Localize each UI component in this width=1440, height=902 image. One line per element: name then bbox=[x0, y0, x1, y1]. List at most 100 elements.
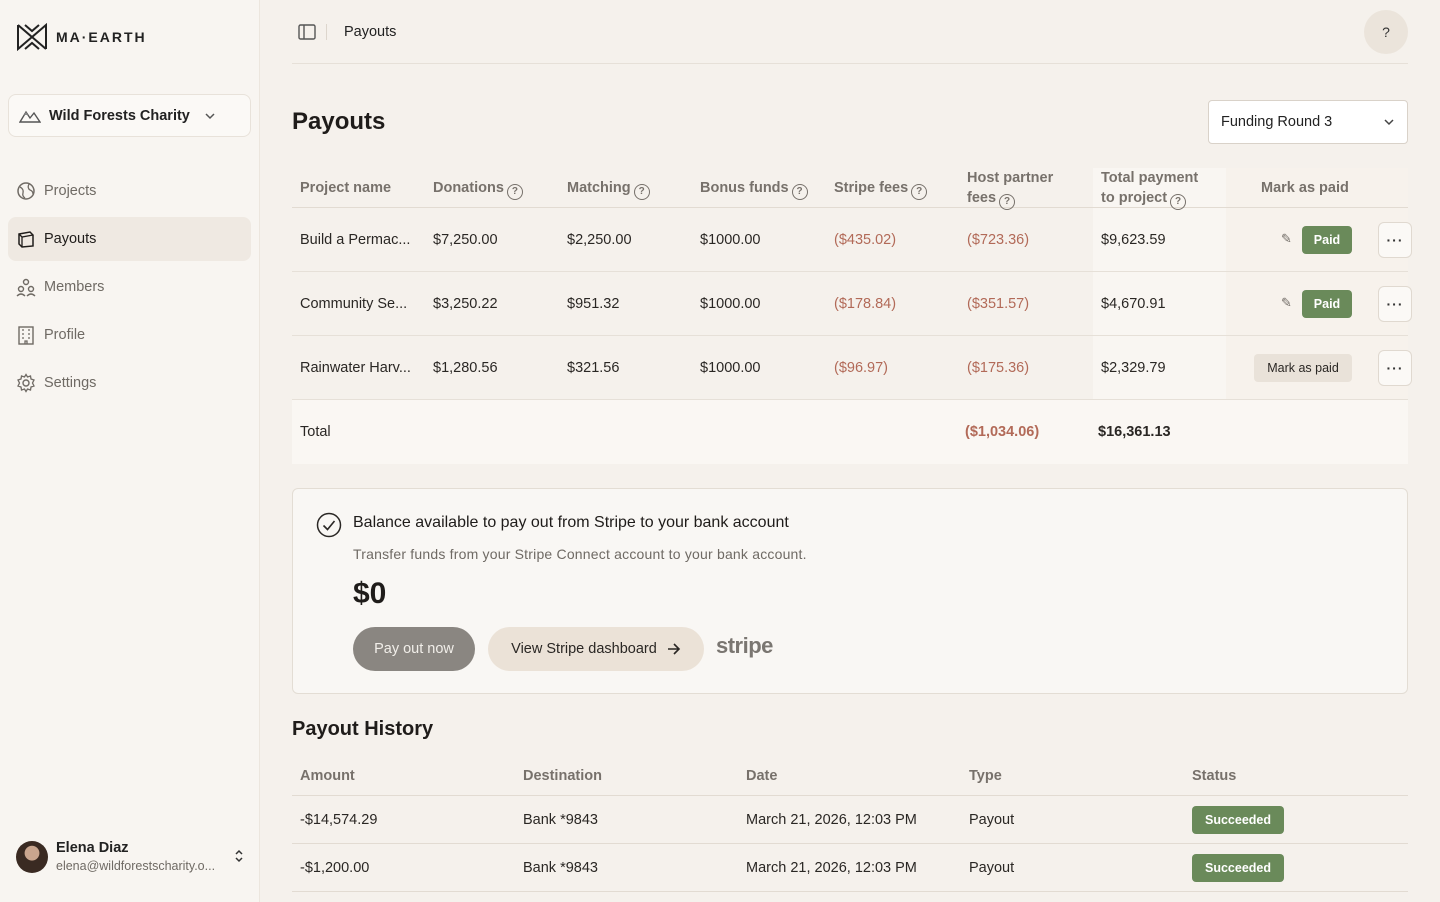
row-actions-button[interactable]: ··· bbox=[1378, 286, 1412, 322]
help-button[interactable]: ? bbox=[1364, 10, 1408, 54]
header-mark: Mark as paid bbox=[1261, 180, 1349, 196]
total-payment-cell: $2,329.79 bbox=[1101, 360, 1166, 376]
host-fee-cell: ($351.57) bbox=[967, 296, 1030, 312]
help-circle-icon[interactable]: ? bbox=[506, 184, 523, 200]
logo-icon bbox=[17, 23, 47, 51]
table-header: Amount Destination Date Type Status bbox=[292, 756, 1408, 796]
date-cell: March 21, 2026, 12:03 PM bbox=[746, 812, 917, 828]
brand-name: MA·EARTH bbox=[56, 29, 147, 45]
pencil-icon[interactable]: ✎ bbox=[1281, 295, 1292, 311]
table-row: Rainwater Harv... $1,280.56 $321.56 $100… bbox=[292, 336, 1412, 400]
check-circle-icon bbox=[316, 512, 342, 538]
type-cell: Payout bbox=[969, 812, 1015, 828]
funding-round-value: Funding Round 3 bbox=[1221, 114, 1333, 130]
sidebar-item-label: Projects bbox=[44, 183, 97, 199]
sidebar-item-profile[interactable]: Profile bbox=[8, 313, 251, 357]
payouts-icon bbox=[16, 229, 36, 249]
sidebar-item-settings[interactable]: Settings bbox=[8, 361, 251, 405]
header-amount: Amount bbox=[300, 768, 355, 784]
chevron-updown-icon[interactable] bbox=[234, 848, 244, 864]
bonus-cell: $1000.00 bbox=[700, 232, 761, 248]
header-total-label-2: to project bbox=[1101, 190, 1168, 206]
table-row: Build a Permac... $7,250.00 $2,250.00 $1… bbox=[292, 208, 1412, 272]
table-row: Community Se... $3,250.22 $951.32 $1000.… bbox=[292, 272, 1412, 336]
funding-round-select[interactable]: Funding Round 3 bbox=[1208, 100, 1408, 144]
stripe-logo: stripe bbox=[716, 633, 773, 658]
stripe-fee-cell: ($96.97) bbox=[834, 360, 889, 376]
row-actions-button[interactable]: ··· bbox=[1378, 222, 1412, 258]
page-title: Payouts bbox=[292, 108, 386, 135]
header-donations: Donations? bbox=[433, 178, 523, 200]
org-switcher[interactable]: Wild Forests Charity bbox=[8, 94, 251, 137]
total-label: Total bbox=[300, 424, 331, 440]
bonus-cell: $1000.00 bbox=[700, 296, 761, 312]
pay-out-now-button[interactable]: Pay out now bbox=[353, 627, 475, 671]
date-cell: March 21, 2026, 12:03 PM bbox=[746, 860, 917, 876]
header-stripe: Stripe fees? bbox=[834, 178, 928, 200]
breadcrumb-divider bbox=[326, 24, 327, 40]
sidebar-item-members[interactable]: Members bbox=[8, 265, 251, 309]
donations-cell: $1,280.56 bbox=[433, 360, 498, 376]
sidebar-nav: Projects Payouts Members Profile Setting… bbox=[8, 169, 251, 409]
table-total-row: Total ($1,034.06) $16,361.13 bbox=[292, 400, 1408, 464]
header-type: Type bbox=[969, 768, 1002, 784]
arrow-right-icon bbox=[667, 643, 680, 655]
total-payment-cell: $9,623.59 bbox=[1101, 232, 1166, 248]
help-circle-icon[interactable]: ? bbox=[911, 184, 928, 200]
user-menu[interactable]: Elena Diaz elena@wildforestscharity.o... bbox=[16, 840, 252, 873]
status-badge: Succeeded bbox=[1192, 854, 1284, 882]
balance-amount: $0 bbox=[353, 577, 387, 610]
sidebar-item-payouts[interactable]: Payouts bbox=[8, 217, 251, 261]
matching-cell: $951.32 bbox=[567, 296, 620, 312]
stripe-fee-cell: ($435.02) bbox=[834, 232, 897, 248]
paid-badge[interactable]: Paid bbox=[1302, 290, 1352, 318]
amount-cell: -$1,200.00 bbox=[300, 860, 370, 876]
header-total-label-1: Total payment bbox=[1101, 170, 1199, 186]
brand-logo[interactable]: MA·EARTH bbox=[16, 23, 147, 51]
help-circle-icon[interactable]: ? bbox=[791, 184, 808, 200]
matching-cell: $321.56 bbox=[567, 360, 620, 376]
total-payment-cell: $4,670.91 bbox=[1101, 296, 1166, 312]
header-destination: Destination bbox=[523, 768, 602, 784]
globe-icon bbox=[16, 181, 36, 201]
payout-history-title: Payout History bbox=[292, 718, 434, 740]
header-status: Status bbox=[1192, 768, 1237, 784]
building-icon bbox=[16, 325, 36, 345]
members-icon bbox=[16, 277, 36, 297]
sidebar-item-label: Payouts bbox=[44, 231, 97, 247]
view-stripe-dashboard-button[interactable]: View Stripe dashboard bbox=[488, 627, 704, 671]
paid-badge[interactable]: Paid bbox=[1302, 226, 1352, 254]
table-header: Project name Donations? Matching? Bonus … bbox=[292, 168, 1408, 210]
mark-as-paid-button[interactable]: Mark as paid bbox=[1254, 354, 1352, 382]
row-actions-button[interactable]: ··· bbox=[1378, 350, 1412, 386]
sidebar-toggle-icon[interactable] bbox=[298, 23, 316, 41]
host-fee-cell: ($723.36) bbox=[967, 232, 1030, 248]
payouts-table: Project name Donations? Matching? Bonus … bbox=[292, 168, 1412, 464]
chevron-down-icon bbox=[1384, 119, 1394, 126]
header-donations-label: Donations bbox=[433, 180, 504, 196]
header-matching-label: Matching bbox=[567, 180, 631, 196]
topbar: Payouts ? bbox=[292, 0, 1408, 64]
pencil-icon[interactable]: ✎ bbox=[1281, 231, 1292, 247]
sidebar: MA·EARTH Wild Forests Charity Projects P… bbox=[0, 0, 260, 902]
project-name[interactable]: Build a Permac... bbox=[300, 232, 410, 248]
payout-history-table: Amount Destination Date Type Status -$14… bbox=[292, 756, 1408, 892]
balance-card: Balance available to pay out from Stripe… bbox=[292, 488, 1408, 694]
header-stripe-label: Stripe fees bbox=[834, 180, 909, 196]
header-project: Project name bbox=[300, 180, 392, 196]
sidebar-item-projects[interactable]: Projects bbox=[8, 169, 251, 213]
help-circle-icon[interactable]: ? bbox=[633, 184, 650, 200]
project-name[interactable]: Community Se... bbox=[300, 296, 407, 312]
sidebar-item-label: Profile bbox=[44, 327, 86, 343]
amount-cell: -$14,574.29 bbox=[300, 812, 378, 828]
sidebar-item-label: Members bbox=[44, 279, 105, 295]
donations-cell: $7,250.00 bbox=[433, 232, 498, 248]
type-cell: Payout bbox=[969, 860, 1015, 876]
status-badge: Succeeded bbox=[1192, 806, 1284, 834]
project-name[interactable]: Rainwater Harv... bbox=[300, 360, 411, 376]
breadcrumb: Payouts bbox=[344, 24, 397, 40]
avatar bbox=[16, 840, 48, 873]
donations-cell: $3,250.22 bbox=[433, 296, 498, 312]
user-email: elena@wildforestscharity.o... bbox=[56, 859, 216, 873]
bonus-cell: $1000.00 bbox=[700, 360, 761, 376]
